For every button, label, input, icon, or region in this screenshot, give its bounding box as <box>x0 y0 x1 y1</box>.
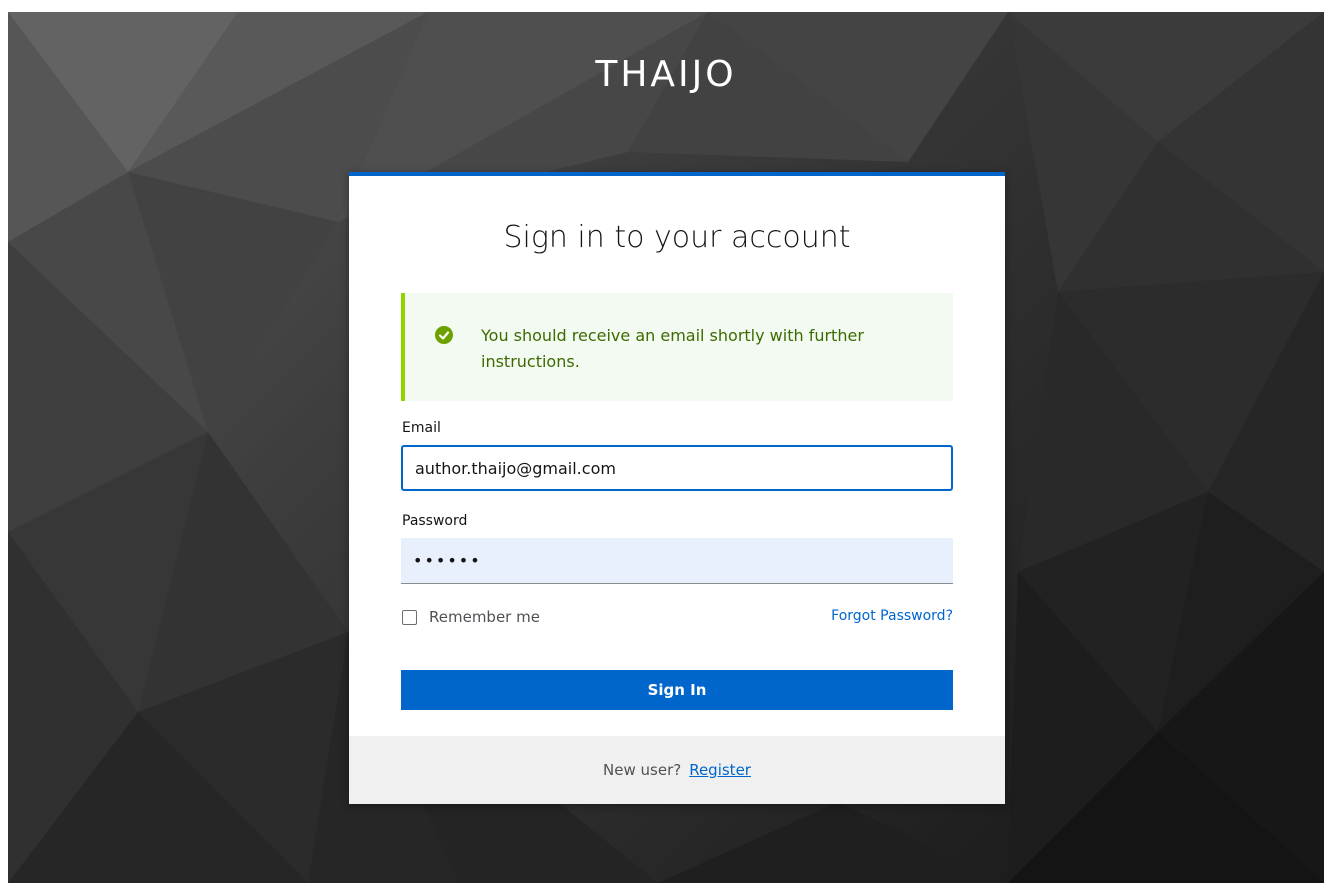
login-card: Sign in to your account You should recei… <box>349 172 1005 804</box>
check-circle-icon <box>435 326 453 344</box>
password-field[interactable] <box>401 538 953 584</box>
remember-me-label: Remember me <box>429 608 540 626</box>
success-alert: You should receive an email shortly with… <box>401 293 953 401</box>
remember-me[interactable]: Remember me <box>402 608 540 626</box>
new-user-text: New user? <box>603 761 682 779</box>
email-label: Email <box>402 420 441 436</box>
register-footer: New user? Register <box>349 736 1005 804</box>
register-link[interactable]: Register <box>689 761 751 779</box>
alert-message: You should receive an email shortly with… <box>481 326 864 371</box>
sign-in-button[interactable]: Sign In <box>401 670 953 710</box>
page-title: Sign in to your account <box>503 220 851 255</box>
password-label: Password <box>402 513 468 529</box>
remember-me-checkbox[interactable] <box>402 609 417 625</box>
forgot-password-link[interactable]: Forgot Password? <box>831 608 953 624</box>
login-background: THAIJO Sign in to your account You shoul… <box>8 12 1324 883</box>
email-field[interactable] <box>401 445 953 491</box>
brand-title: THAIJO <box>595 54 737 95</box>
